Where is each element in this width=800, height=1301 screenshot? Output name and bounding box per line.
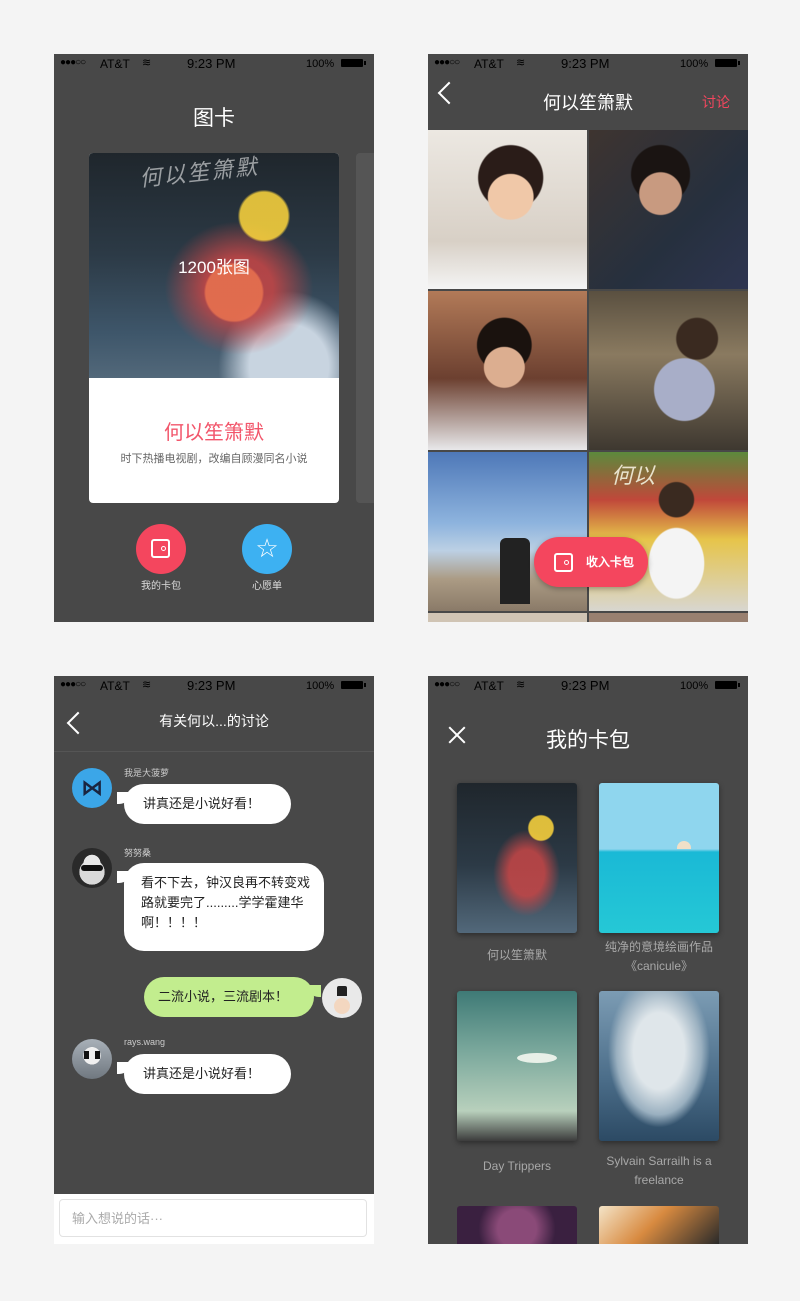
- status-bar: ●●●○○ AT&T ≋ 9:23 PM 100%: [54, 54, 374, 74]
- message-bubble: 看不下去，钟汉良再不转变戏路就要完了.........学学霍建华啊！！！！: [117, 863, 324, 951]
- status-bar: ●●●○○ AT&T ≋ 9:23 PM 100%: [428, 676, 748, 696]
- page-title: 我的卡包: [546, 729, 630, 752]
- carrier-label: AT&T: [100, 679, 130, 693]
- card-cover-image: 何以笙箫默 1200张图: [89, 153, 339, 378]
- photo-tile[interactable]: [589, 613, 748, 622]
- wifi-icon: ≋: [142, 57, 152, 69]
- clock: 9:23 PM: [187, 678, 236, 693]
- header-divider: [54, 751, 374, 752]
- clock: 9:23 PM: [561, 56, 610, 71]
- wallet-icon: [554, 553, 573, 572]
- message-bubble: 讲真还是小说好看！: [117, 784, 291, 824]
- wishlist-label: 心愿单: [252, 581, 282, 592]
- wallet-icon: [151, 539, 170, 558]
- battery-label: 100%: [680, 58, 709, 70]
- wallet-card[interactable]: [457, 783, 577, 933]
- discuss-link[interactable]: 讨论: [702, 92, 730, 112]
- page-title: 有关何以...的讨论: [159, 713, 269, 729]
- wifi-icon: ≋: [516, 57, 526, 69]
- avatar[interactable]: [72, 848, 112, 888]
- featured-card[interactable]: 何以笙箫默 1200张图 何以笙箫默 时下热播电视剧，改编自顾漫同名小说: [89, 153, 339, 503]
- battery-icon: [341, 681, 366, 689]
- avatar[interactable]: [72, 768, 112, 808]
- message-username: rays.wang: [124, 1037, 166, 1047]
- status-bar: ●●●○○ AT&T ≋ 9:23 PM 100%: [54, 676, 374, 696]
- carrier-label: AT&T: [474, 679, 504, 693]
- card-description: 时下热播电视剧，改编自顾漫同名小说: [120, 453, 308, 465]
- wallet-card[interactable]: [599, 991, 719, 1141]
- battery-icon: [341, 59, 366, 67]
- wallet-card[interactable]: [599, 783, 719, 933]
- battery-icon: [715, 681, 740, 689]
- cover-calligraphy: 何以笙箫默: [138, 153, 261, 192]
- add-to-wallet-label: 收入卡包: [586, 555, 635, 569]
- comment-input[interactable]: [59, 1199, 367, 1237]
- message-bubble-self: 二流小说，三流剧本！: [144, 977, 321, 1017]
- photo-tile[interactable]: [589, 130, 748, 289]
- card-detail-screen: ●●●○○ AT&T ≋ 9:23 PM 100% 何以笙箫默 讨论 何以 收入…: [428, 54, 748, 622]
- wallet-card[interactable]: [599, 1206, 719, 1244]
- card-title: 何以笙箫默: [164, 422, 264, 444]
- avatar[interactable]: [322, 978, 362, 1018]
- message-username: 努努桑: [124, 848, 152, 858]
- wifi-icon: ≋: [516, 679, 526, 691]
- battery-icon: [715, 59, 740, 67]
- wallet-card-label: Day Trippers: [482, 1159, 552, 1173]
- photo-tile[interactable]: [428, 130, 587, 289]
- wallet-card[interactable]: [457, 1206, 577, 1244]
- signal-icon: ●●●○○: [434, 679, 460, 690]
- carrier-label: AT&T: [100, 57, 130, 71]
- add-to-wallet-button[interactable]: 收入卡包: [534, 537, 648, 587]
- photo-tile[interactable]: [428, 613, 587, 622]
- image-count: 1200张图: [178, 258, 250, 277]
- clock: 9:23 PM: [561, 678, 610, 693]
- photo-tile[interactable]: [428, 291, 587, 450]
- battery-label: 100%: [680, 680, 709, 692]
- status-bar: ●●●○○ AT&T ≋ 9:23 PM 100%: [428, 54, 748, 74]
- battery-label: 100%: [306, 58, 335, 70]
- my-wallet-label: 我的卡包: [141, 581, 181, 592]
- star-icon: ☆: [255, 533, 279, 563]
- page-title: 图卡: [193, 107, 235, 130]
- wallet-card-label: Sylvain Sarrailh is a freelance: [606, 1154, 712, 1187]
- compose-bar: [54, 1194, 374, 1244]
- photo-calligraphy: 何以: [611, 463, 656, 488]
- wifi-icon: ≋: [142, 679, 152, 691]
- my-wallet-screen: ●●●○○ AT&T ≋ 9:23 PM 100% 我的卡包 何以笙箫默 纯净的…: [428, 676, 748, 1244]
- signal-icon: ●●●○○: [60, 679, 86, 690]
- clock: 9:23 PM: [187, 56, 236, 71]
- message-username: 我是大菠萝: [124, 768, 170, 778]
- battery-label: 100%: [306, 680, 335, 692]
- my-wallet-button[interactable]: [136, 524, 186, 574]
- photo-tile[interactable]: 何以: [589, 452, 748, 611]
- wishlist-button[interactable]: ☆: [242, 524, 292, 574]
- wallet-card-label: 何以笙箫默: [486, 948, 547, 962]
- carrier-label: AT&T: [474, 57, 504, 71]
- message-bubble: 讲真还是小说好看！: [117, 1054, 291, 1094]
- wallet-card-label: 纯净的意境绘画作品《canicule》: [604, 940, 713, 973]
- signal-icon: ●●●○○: [434, 57, 460, 68]
- photo-tile[interactable]: [428, 452, 587, 611]
- avatar[interactable]: [72, 1039, 112, 1079]
- discussion-screen: ●●●○○ AT&T ≋ 9:23 PM 100% 有关何以...的讨论 我是大…: [54, 676, 374, 1244]
- signal-icon: ●●●○○: [60, 57, 86, 68]
- page-title: 何以笙箫默: [543, 93, 633, 113]
- card-gallery-screen: ●●●○○ AT&T ≋ 9:23 PM 100% 图卡 何以笙箫默 1200张…: [54, 54, 374, 622]
- next-card-peek[interactable]: [356, 153, 374, 503]
- photo-tile[interactable]: [589, 291, 748, 450]
- wallet-card[interactable]: [457, 991, 577, 1141]
